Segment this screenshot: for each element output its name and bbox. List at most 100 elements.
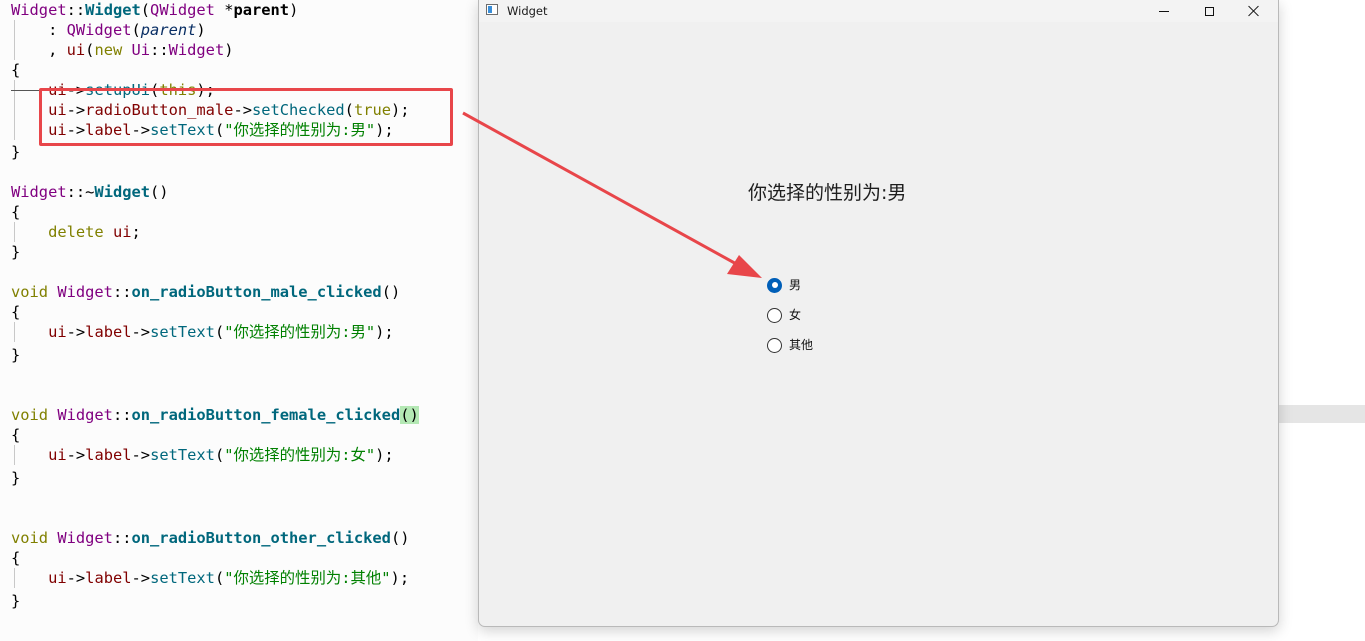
code-editor[interactable]: Widget::Widget(QWidget *parent) : QWidge… — [0, 0, 478, 641]
annotation-highlight-box — [39, 88, 453, 146]
code-token: -> — [131, 446, 151, 464]
code-token: { — [11, 203, 21, 221]
app-window-icon — [486, 4, 498, 15]
code-token: : — [11, 21, 67, 39]
code-line[interactable]: } — [11, 468, 20, 488]
code-token: { — [11, 549, 21, 567]
code-line[interactable]: { — [11, 548, 20, 568]
code-token: } — [11, 243, 21, 261]
code-token: ( — [131, 21, 141, 39]
code-token: } — [11, 143, 21, 161]
radio-label: 其他 — [789, 337, 814, 352]
code-line[interactable]: void Widget::on_radioButton_male_clicked… — [11, 282, 400, 302]
radio-label: 男 — [789, 277, 802, 292]
code-line[interactable]: Widget::~Widget() — [11, 182, 169, 202]
close-button[interactable] — [1231, 0, 1277, 22]
code-token: ui — [48, 323, 67, 341]
code-token: ui — [112, 223, 132, 241]
code-token: () — [400, 406, 419, 424]
background-strip — [1277, 405, 1365, 423]
code-token: void — [11, 406, 58, 424]
code-line[interactable]: { — [11, 60, 20, 80]
code-token: ( — [214, 569, 225, 587]
code-token: } — [11, 346, 21, 364]
code-token: "你选择的性别为:男" — [224, 323, 376, 341]
code-line[interactable]: } — [11, 591, 20, 611]
code-token: void — [11, 529, 58, 547]
code-token: -> — [66, 323, 86, 341]
code-token: -> — [131, 569, 151, 587]
code-token: on_radioButton_female_clicked — [131, 406, 401, 424]
code-line[interactable]: { — [11, 425, 20, 445]
code-line[interactable]: ui->label->setText("你选择的性别为:男"); — [11, 322, 394, 342]
code-token: QWidget — [66, 21, 132, 39]
radio-male[interactable]: 男 — [767, 276, 801, 294]
code-token: ui — [48, 569, 67, 587]
code-token: setText — [150, 323, 215, 341]
code-line[interactable]: } — [11, 142, 20, 162]
code-line[interactable]: { — [11, 202, 20, 222]
maximize-button[interactable] — [1186, 0, 1232, 22]
code-token: { — [11, 303, 21, 321]
code-token: Widget — [11, 1, 67, 19]
code-token: Widget — [85, 1, 141, 19]
code-token: -> — [131, 323, 151, 341]
code-line[interactable]: ui->label->setText("你选择的性别为:其他"); — [11, 568, 409, 588]
code-token: :: — [66, 1, 86, 19]
code-token: ; — [131, 223, 141, 241]
code-line[interactable]: , ui(new Ui::Widget) — [11, 40, 234, 60]
maximize-icon — [1204, 6, 1214, 16]
code-token: ui — [48, 446, 67, 464]
radio-indicator — [767, 307, 782, 323]
code-token: ( — [214, 446, 225, 464]
code-token: () — [150, 183, 169, 201]
code-token: new — [94, 41, 132, 59]
code-token: void — [11, 283, 58, 301]
code-token: } — [11, 469, 21, 487]
code-token: ( — [214, 323, 225, 341]
code-token: Widget — [57, 283, 113, 301]
radio-other[interactable]: 其他 — [767, 336, 813, 354]
code-token: ui — [66, 41, 86, 59]
code-token: on_radioButton_other_clicked — [131, 529, 391, 547]
app-window: Widget 你选择的性别为:男 男 女 其他 — [478, 0, 1279, 627]
code-token: label — [85, 446, 132, 464]
code-token: delete — [48, 223, 113, 241]
code-token: , — [11, 41, 67, 59]
code-token: } — [11, 592, 21, 610]
code-token: { — [11, 61, 21, 79]
minimize-icon — [1159, 10, 1169, 12]
code-line[interactable]: { — [11, 302, 20, 322]
code-token: "你选择的性别为:其他" — [224, 569, 391, 587]
code-line[interactable]: delete ui; — [11, 222, 141, 242]
code-line[interactable]: void Widget::on_radioButton_other_clicke… — [11, 528, 410, 548]
radio-indicator — [767, 277, 782, 293]
code-token: on_radioButton_male_clicked — [131, 283, 382, 301]
code-token: ) — [224, 41, 234, 59]
code-token: ::~ — [66, 183, 95, 201]
code-token: :: — [112, 283, 132, 301]
code-token: QWidget — [150, 1, 215, 19]
code-token: label — [85, 569, 132, 587]
code-token: { — [11, 426, 21, 444]
code-token: Ui — [131, 41, 151, 59]
code-token: ( — [140, 1, 151, 19]
minimize-button[interactable] — [1141, 0, 1187, 22]
code-token: parent — [140, 21, 197, 39]
code-line[interactable]: Widget::Widget(QWidget *parent) — [11, 0, 298, 20]
code-line[interactable]: : QWidget(parent) — [11, 20, 206, 40]
radio-female[interactable]: 女 — [767, 306, 801, 324]
code-line[interactable]: ui->label->setText("你选择的性别为:女"); — [11, 445, 394, 465]
code-token: ); — [375, 323, 394, 341]
radio-indicator — [767, 337, 782, 353]
code-line[interactable]: } — [11, 242, 20, 262]
title-bar[interactable]: Widget — [479, 0, 1278, 22]
code-token: () — [381, 283, 401, 301]
code-line[interactable]: } — [11, 345, 20, 365]
code-token: :: — [150, 41, 169, 59]
code-token: setText — [150, 446, 215, 464]
code-line[interactable]: void Widget::on_radioButton_female_click… — [11, 405, 419, 425]
